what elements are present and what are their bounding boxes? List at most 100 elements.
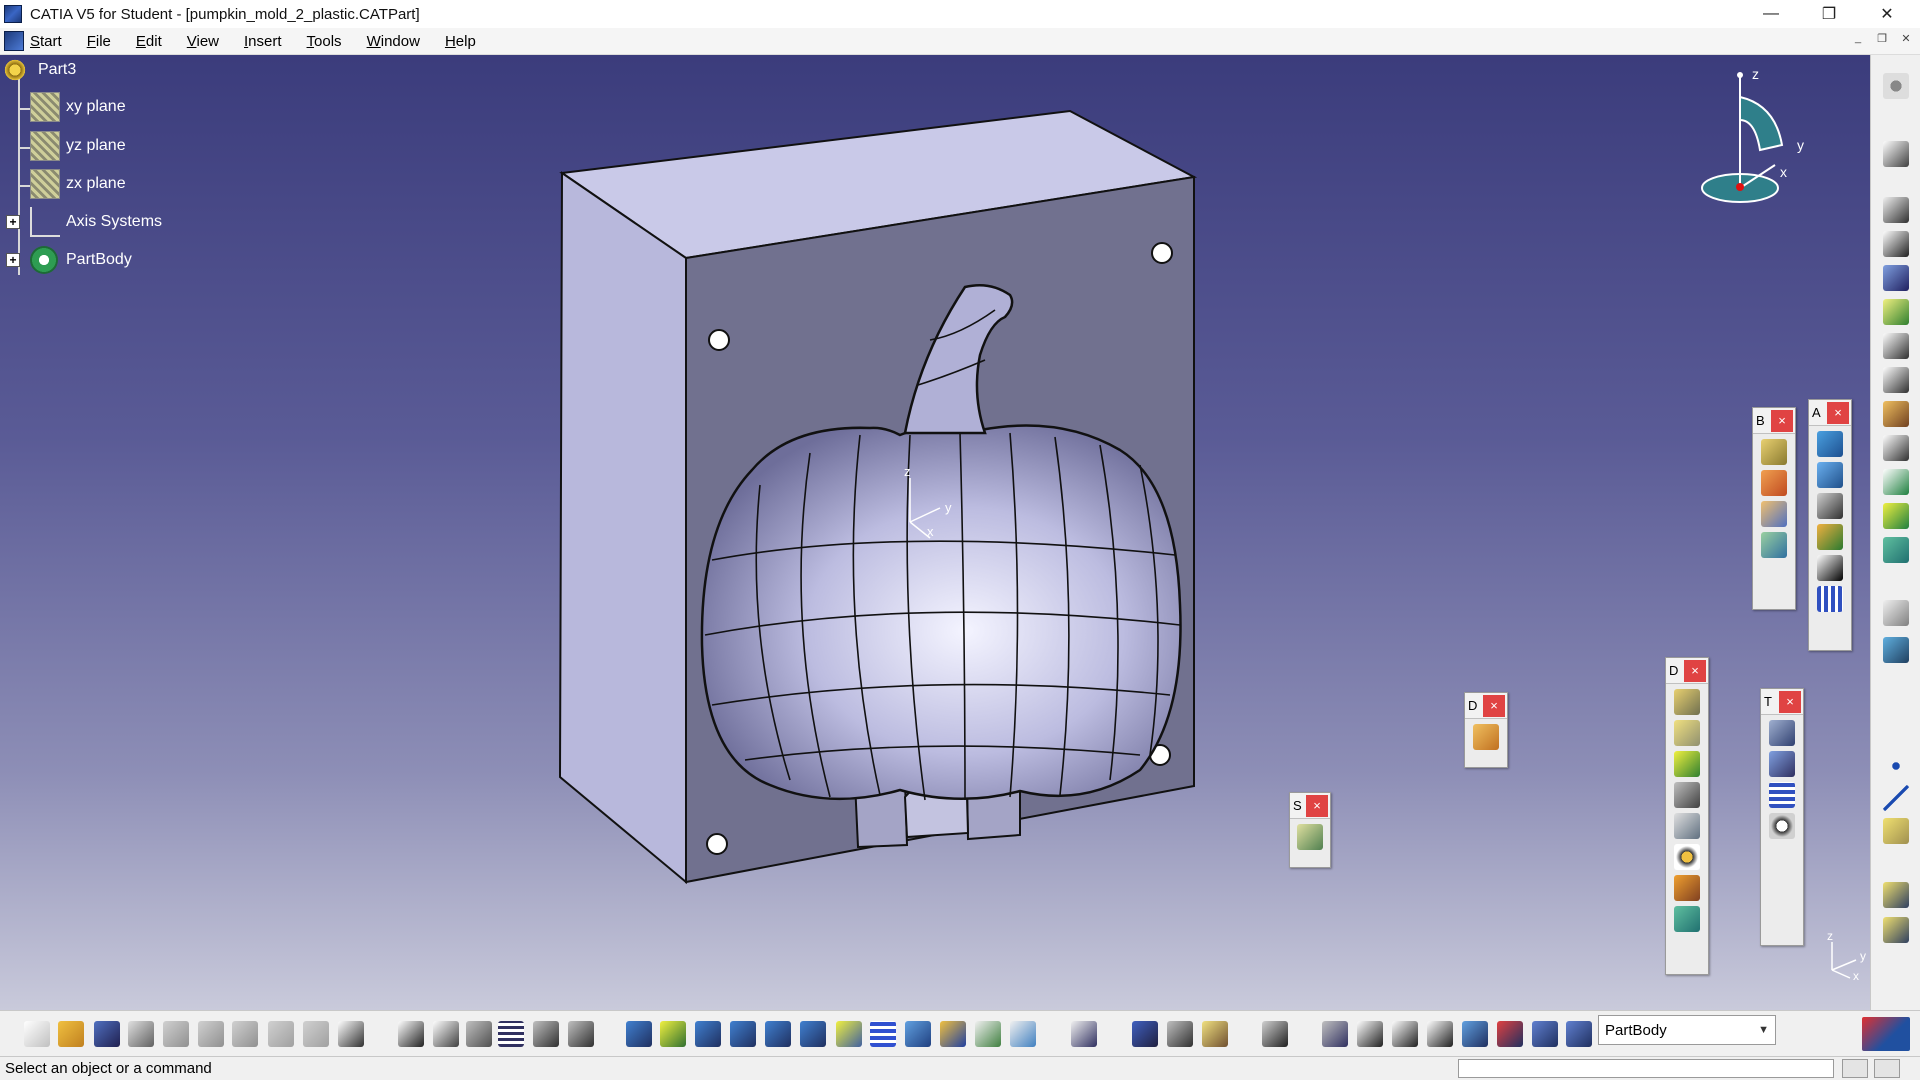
line-icon[interactable] (1883, 785, 1909, 811)
shaft-icon[interactable] (1674, 751, 1700, 777)
close-icon[interactable]: × (1306, 794, 1328, 817)
print-icon[interactable] (128, 1021, 154, 1047)
tree-item-yz-plane[interactable]: yz plane (30, 131, 126, 161)
translate-icon[interactable] (1769, 720, 1795, 746)
pad-icon[interactable] (1674, 689, 1700, 715)
analysis-icon[interactable] (1497, 1021, 1523, 1047)
multi-view-icon[interactable] (870, 1021, 896, 1047)
shading-icon[interactable] (940, 1021, 966, 1047)
floating-toolbar-s[interactable]: S × (1289, 792, 1331, 868)
parameter-icon[interactable] (1462, 1021, 1488, 1047)
menu-help[interactable]: Help (445, 33, 476, 50)
point-icon[interactable] (1883, 753, 1909, 779)
document-close-button[interactable]: ✕ (1896, 32, 1916, 50)
pattern-icon[interactable] (1817, 586, 1843, 612)
draft-icon[interactable] (1883, 469, 1909, 495)
pan-icon[interactable] (695, 1021, 721, 1047)
fly-mode-icon[interactable] (626, 1021, 652, 1047)
menu-insert[interactable]: Insert (244, 33, 282, 50)
pocket-icon[interactable] (1674, 720, 1700, 746)
shaft-icon[interactable] (1883, 265, 1909, 291)
circ-pattern-icon[interactable] (1769, 813, 1795, 839)
start-menu-icon[interactable] (4, 31, 24, 51)
menu-start[interactable]: Start (30, 33, 62, 50)
mirror-icon[interactable] (1769, 751, 1795, 777)
normal-view-icon[interactable] (836, 1021, 862, 1047)
render-icon[interactable] (1883, 917, 1909, 943)
hide-show-icon[interactable] (975, 1021, 1001, 1047)
grid-values-icon[interactable] (1427, 1021, 1453, 1047)
lock-icon[interactable] (533, 1021, 559, 1047)
layer-icon[interactable] (1532, 1021, 1558, 1047)
command-input[interactable] (1458, 1059, 1834, 1078)
swap-visible-space-icon[interactable] (1010, 1021, 1036, 1047)
fillet-icon[interactable] (1883, 401, 1909, 427)
union-trim-icon[interactable] (1761, 532, 1787, 558)
boolean-icon[interactable] (1761, 439, 1787, 465)
document-minimize-button[interactable]: _ (1848, 32, 1868, 50)
copy-icon[interactable] (198, 1021, 224, 1047)
whats-this-icon[interactable] (338, 1021, 364, 1047)
menu-view[interactable]: View (187, 33, 219, 50)
measure-icon[interactable] (1883, 637, 1909, 663)
hole-icon[interactable] (1883, 333, 1909, 359)
compass-icon[interactable]: z y x (1690, 65, 1810, 215)
design-table-icon[interactable] (498, 1021, 524, 1047)
measure-inertia-icon[interactable] (1202, 1021, 1228, 1047)
isometric-view-icon[interactable] (905, 1021, 931, 1047)
tree-item-partbody[interactable]: PartBody (30, 245, 132, 275)
3d-viewport[interactable]: z y x z y x z y x Part3 xy plane yz plan… (0, 55, 1870, 1010)
close-surface-icon[interactable] (1817, 524, 1843, 550)
hole-icon[interactable] (1674, 813, 1700, 839)
tree-item-zx-plane[interactable]: zx plane (30, 169, 126, 199)
tools-palette-icon[interactable] (1566, 1021, 1592, 1047)
close-icon[interactable]: × (1684, 659, 1706, 682)
knowledge-icon[interactable] (433, 1021, 459, 1047)
floating-toolbar-a[interactable]: A × (1808, 399, 1852, 651)
close-icon[interactable]: × (1483, 694, 1505, 717)
assemble-icon[interactable] (1761, 501, 1787, 527)
zoom-out-icon[interactable] (800, 1021, 826, 1047)
shell-icon[interactable] (1883, 503, 1909, 529)
menu-file[interactable]: File (87, 33, 111, 50)
draft-icon[interactable] (1473, 724, 1499, 750)
sew-surface-icon[interactable] (1817, 555, 1843, 581)
slot-icon[interactable] (1674, 875, 1700, 901)
floating-toolbar-d[interactable]: D × (1665, 657, 1709, 975)
pocket-icon[interactable] (1883, 231, 1909, 257)
formula-icon[interactable] (398, 1021, 424, 1047)
expand-partbody-button[interactable]: + (6, 253, 20, 267)
chamfer-icon[interactable] (1883, 435, 1909, 461)
save-icon[interactable] (94, 1021, 120, 1047)
current-body-select[interactable]: PartBody ▼ (1598, 1015, 1776, 1045)
sphere-icon[interactable] (1357, 1021, 1383, 1047)
document-restore-button[interactable]: ❐ (1872, 32, 1892, 50)
fill-icon[interactable] (1883, 600, 1909, 626)
catia-app-icon[interactable] (4, 5, 22, 23)
maximize-restore-button[interactable]: ❐ (1800, 0, 1858, 28)
rule-icon[interactable] (466, 1021, 492, 1047)
add-body-icon[interactable] (1761, 470, 1787, 496)
pad-icon[interactable] (1883, 197, 1909, 223)
close-icon[interactable]: × (1827, 401, 1849, 424)
groove-icon[interactable] (1674, 782, 1700, 808)
thick-surface-icon[interactable] (1817, 493, 1843, 519)
rotate-icon[interactable] (730, 1021, 756, 1047)
floating-toolbar-t[interactable]: T × (1760, 688, 1804, 946)
plane-icon[interactable] (1883, 818, 1909, 844)
tree-root-part[interactable]: Part3 (2, 55, 76, 85)
expand-axis-systems-button[interactable]: + (6, 215, 20, 229)
groove-icon[interactable] (1883, 299, 1909, 325)
zoom-in-icon[interactable] (765, 1021, 791, 1047)
fit-all-icon[interactable] (660, 1021, 686, 1047)
axis-system-icon[interactable] (1392, 1021, 1418, 1047)
gear-icon[interactable] (1883, 73, 1909, 99)
measure-between-icon[interactable] (1132, 1021, 1158, 1047)
rect-pattern-icon[interactable] (1769, 782, 1795, 808)
sketch-icon[interactable] (1883, 141, 1909, 167)
open-folder-icon[interactable] (58, 1021, 84, 1047)
tree-item-xy-plane[interactable]: xy plane (30, 92, 126, 122)
measure-item-icon[interactable] (1167, 1021, 1193, 1047)
menu-window[interactable]: Window (367, 33, 420, 50)
menu-tools[interactable]: Tools (307, 33, 342, 50)
